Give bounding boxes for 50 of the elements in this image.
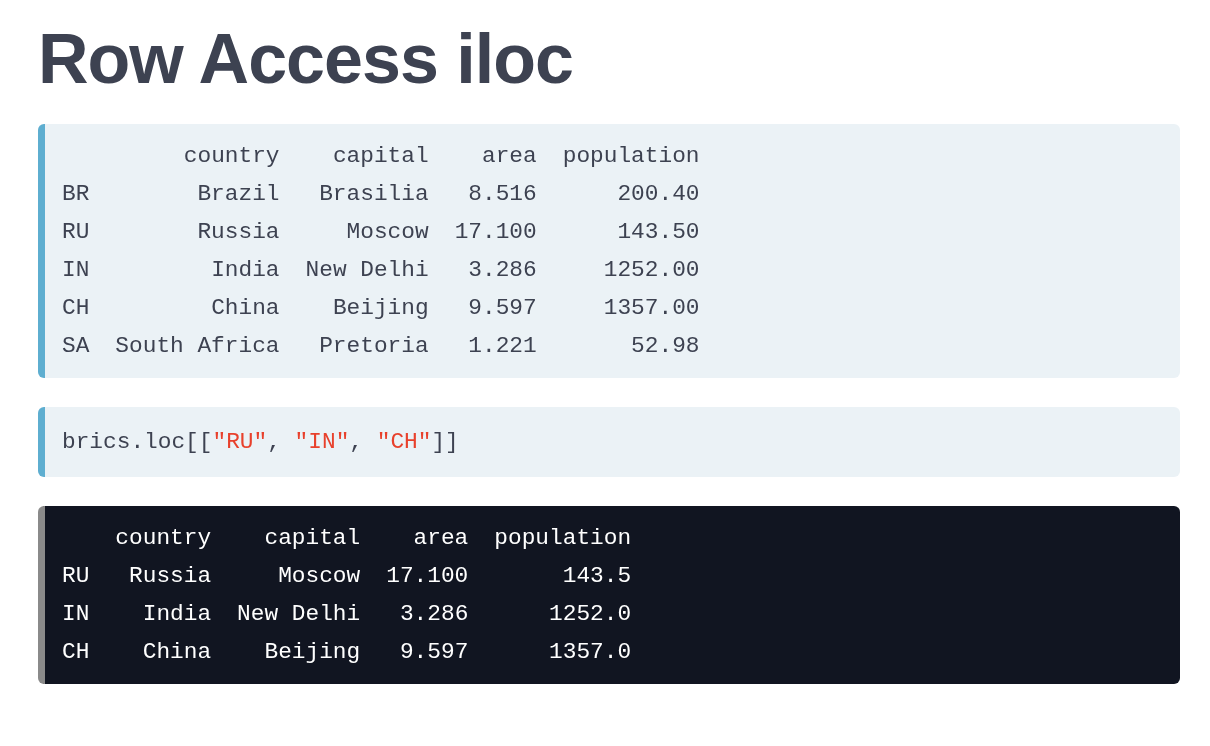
table-cell-text: New Delhi [237, 600, 361, 629]
table-cell-text: 9.597 [398, 638, 469, 667]
table-cell-text: 3.286 [398, 600, 469, 629]
column-header: area [412, 524, 469, 553]
table-cell-text: China [141, 638, 212, 667]
table-cell-text: 3.286 [467, 256, 537, 285]
table-cell-text: 1357.00 [602, 294, 700, 323]
table-cell-text: 143.50 [616, 218, 700, 247]
table-cell-text: 9.597 [467, 294, 537, 323]
row-label: IN [62, 256, 90, 285]
row-label: RU [62, 562, 90, 591]
row-label: IN [62, 600, 90, 629]
table-cell-text: Brasilia [318, 180, 429, 209]
code-line: brics.loc[["RU", "IN", "CH"]] [62, 428, 459, 457]
table-cell-text: China [210, 294, 280, 323]
table-cell-text: 1.221 [467, 332, 537, 361]
table-cell-text: 143.5 [561, 562, 632, 591]
column-header: capital [263, 524, 361, 553]
table-cell-text: Brazil [196, 180, 280, 209]
table-cell-text: 17.100 [386, 562, 469, 591]
row-label: CH [62, 638, 90, 667]
slide-title: Row Access iloc [38, 19, 573, 100]
row-label: CH [62, 294, 90, 323]
table-cell-text: 52.98 [630, 332, 700, 361]
table-cell-text: New Delhi [305, 256, 429, 285]
row-label: RU [62, 218, 90, 247]
table-cell-text: India [210, 256, 280, 285]
table-cell-text: Beijing [263, 638, 361, 667]
column-header: country [182, 142, 280, 171]
table-cell-text: 1252.0 [548, 600, 632, 629]
table-cell-text: 200.40 [616, 180, 700, 209]
table-cell-text: 8.516 [467, 180, 537, 209]
column-header: country [115, 524, 212, 553]
row-label: BR [62, 180, 90, 209]
table-cell-text: Russia [196, 218, 280, 247]
table-cell-text: 1357.0 [548, 638, 632, 667]
table-cell-text: Moscow [277, 562, 361, 591]
table-cell-text: Moscow [345, 218, 429, 247]
column-header: population [494, 524, 632, 553]
table-cell-text: South Africa [115, 332, 280, 361]
table-cell-text: Pretoria [318, 332, 429, 361]
table-cell-text: 17.100 [454, 218, 537, 247]
column-header: area [481, 142, 537, 171]
column-header: population [562, 142, 700, 171]
column-header: capital [331, 142, 429, 171]
table-cell-text: Russia [128, 562, 212, 591]
table-cell-text: Beijing [331, 294, 429, 323]
row-label: SA [62, 332, 90, 361]
table-cell-text: India [141, 600, 212, 629]
table-cell-text: 1252.00 [602, 256, 700, 285]
